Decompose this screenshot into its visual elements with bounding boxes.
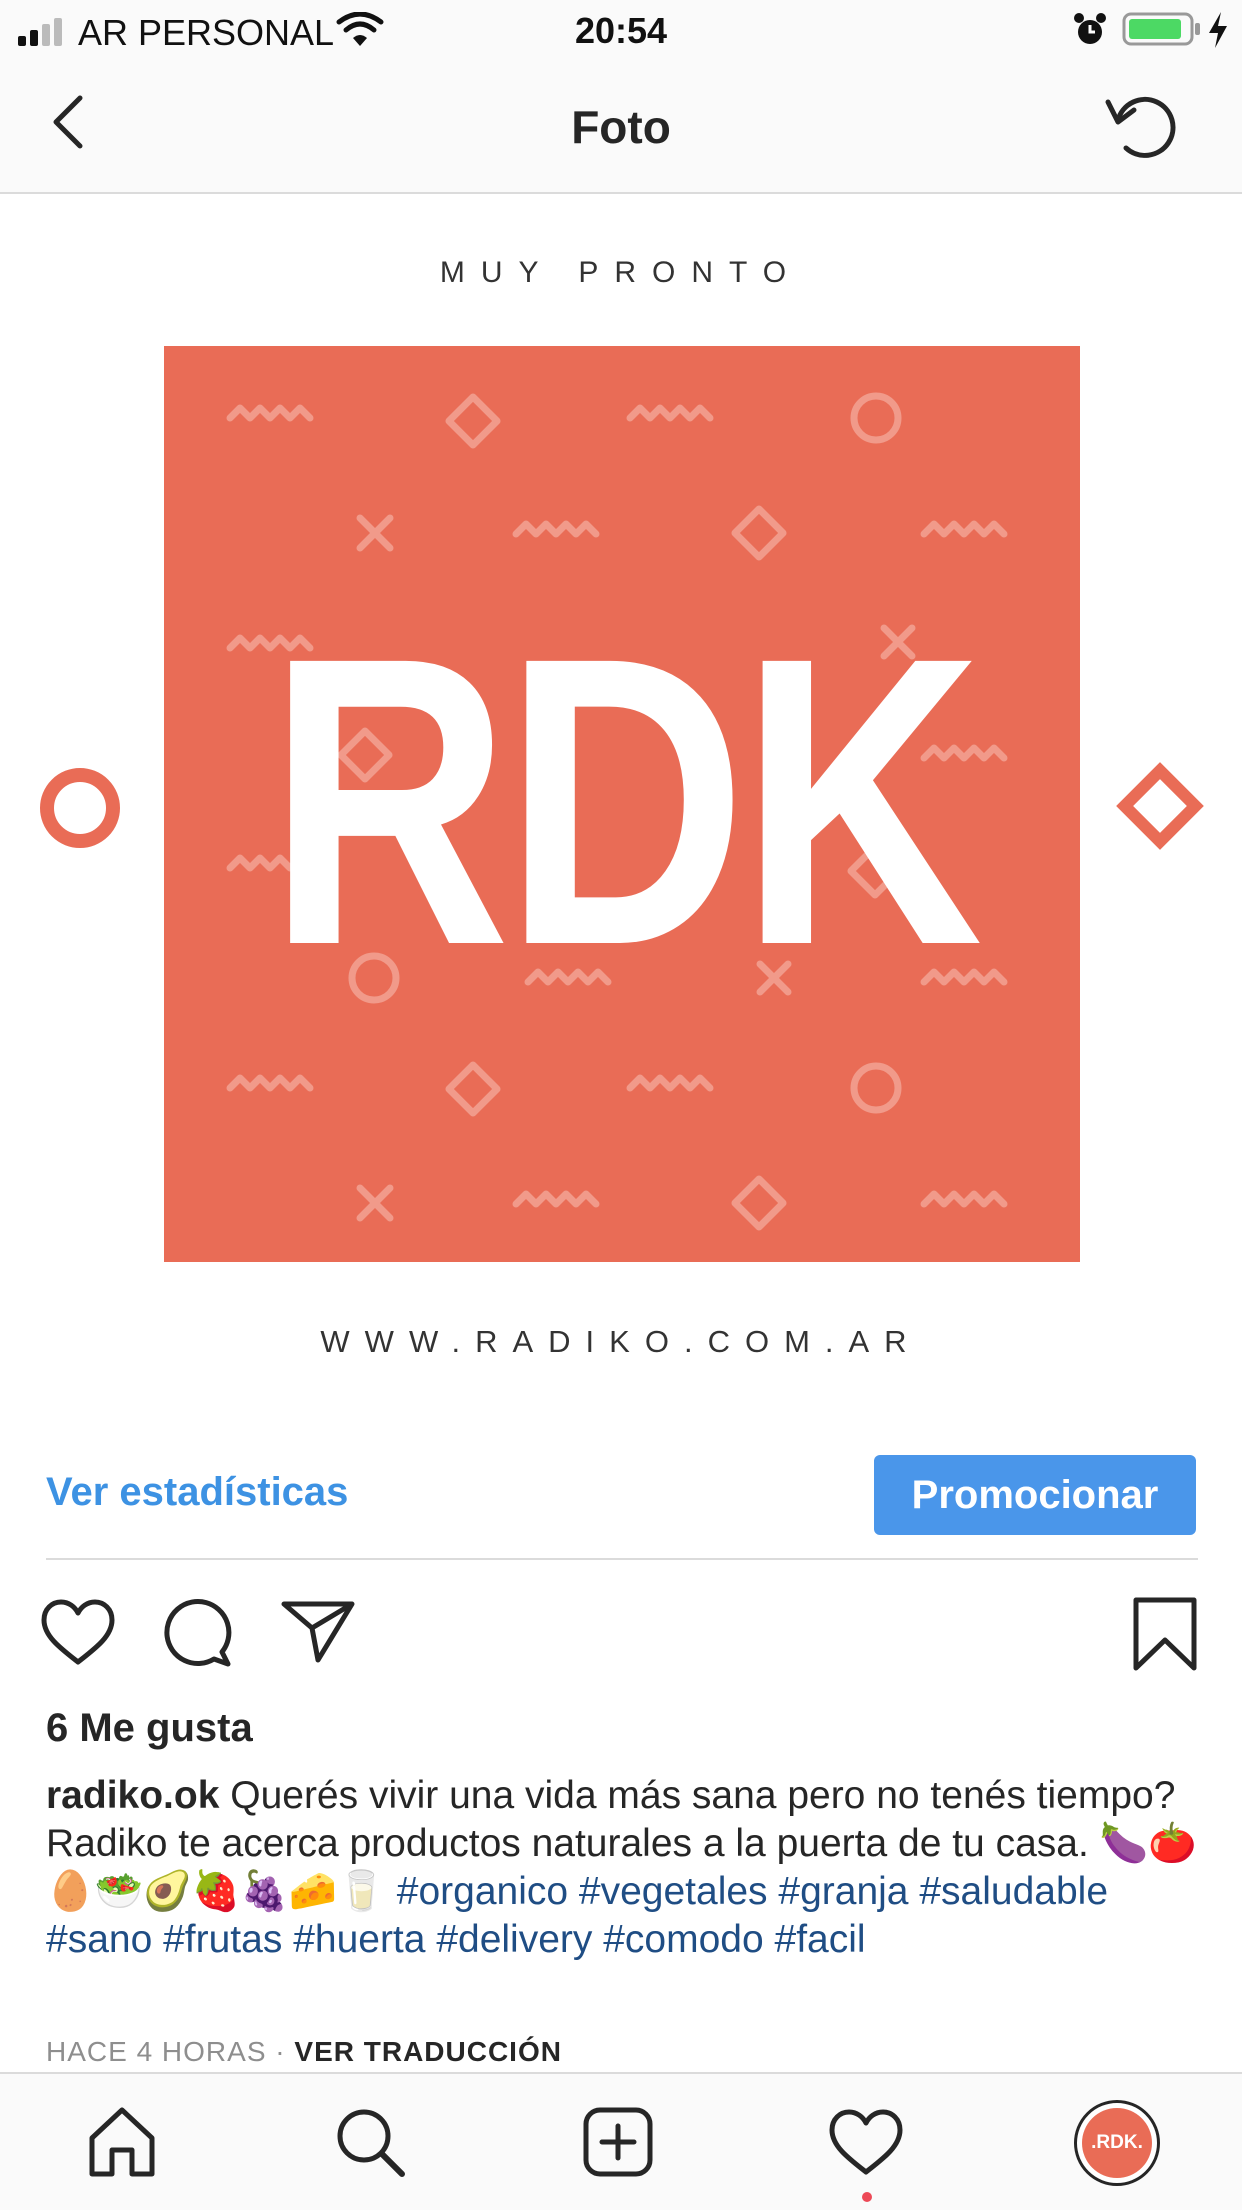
divider bbox=[46, 1558, 1198, 1560]
hashtag[interactable]: #granja bbox=[778, 1870, 908, 1913]
hashtag[interactable]: #huerta bbox=[293, 1918, 425, 1961]
heart-icon[interactable] bbox=[40, 1598, 116, 1668]
profile-avatar[interactable]: .RDK. bbox=[1074, 2100, 1160, 2186]
image-top-text: MUY PRONTO bbox=[439, 256, 803, 289]
rdk-logo-square: RDK bbox=[164, 346, 1080, 1262]
comment-icon[interactable] bbox=[162, 1596, 234, 1668]
bottom-tab-bar: .RDK. bbox=[0, 2072, 1242, 2210]
hashtag[interactable]: #organico bbox=[397, 1870, 568, 1913]
image-bottom-text: WWW.RADIKO.COM.AR bbox=[320, 1324, 922, 1359]
new-post-icon[interactable] bbox=[578, 2102, 658, 2182]
bookmark-icon[interactable] bbox=[1130, 1596, 1200, 1672]
see-translation-link[interactable]: VER TRADUCCIÓN bbox=[294, 2036, 562, 2067]
timestamp-separator: · bbox=[266, 2036, 295, 2067]
page-title: Foto bbox=[571, 101, 671, 153]
home-icon[interactable] bbox=[82, 2102, 162, 2182]
view-insights-link[interactable]: Ver estadísticas bbox=[46, 1470, 348, 1515]
search-icon[interactable] bbox=[330, 2102, 410, 2182]
rdk-logo-text: RDK bbox=[267, 572, 983, 1030]
activity-heart-icon[interactable] bbox=[826, 2102, 906, 2182]
notification-dot bbox=[862, 2192, 872, 2202]
charging-icon bbox=[1209, 12, 1227, 48]
hashtag[interactable]: #facil bbox=[775, 1918, 866, 1961]
status-bar: AR PERSONAL 20:54 bbox=[0, 0, 1242, 60]
promote-button[interactable]: Promocionar bbox=[874, 1455, 1196, 1535]
likes-count[interactable]: 6 Me gusta bbox=[46, 1706, 253, 1751]
post-image[interactable]: MUY PRONTO RDK WWW.RADIKO.COM.AR bbox=[0, 194, 1242, 1436]
caption-username[interactable]: radiko.ok bbox=[46, 1774, 219, 1817]
hashtag[interactable]: #vegetales bbox=[579, 1870, 768, 1913]
clock-time: 20:54 bbox=[574, 10, 668, 51]
circle-decoration bbox=[40, 768, 120, 848]
hashtag[interactable]: #comodo bbox=[603, 1918, 763, 1961]
diamond-decoration bbox=[1116, 762, 1204, 850]
alarm-icon bbox=[1074, 13, 1106, 44]
time-ago: HACE 4 HORAS bbox=[46, 2036, 267, 2067]
battery-icon bbox=[1122, 12, 1200, 46]
share-icon[interactable] bbox=[280, 1598, 356, 1664]
post-timestamp: HACE 4 HORAS · VER TRADUCCIÓN bbox=[46, 2036, 562, 2068]
hashtag[interactable]: #delivery bbox=[436, 1918, 592, 1961]
nav-header: Foto bbox=[0, 60, 1242, 194]
hashtag[interactable]: #frutas bbox=[163, 1918, 282, 1961]
hashtag[interactable]: #saludable bbox=[919, 1870, 1108, 1913]
post-caption: radiko.ok Querés vivir una vida más sana… bbox=[46, 1772, 1206, 1964]
hashtag[interactable]: #sano bbox=[46, 1918, 152, 1961]
avatar-logo: .RDK. bbox=[1082, 2108, 1152, 2178]
refresh-icon[interactable] bbox=[1100, 86, 1180, 166]
